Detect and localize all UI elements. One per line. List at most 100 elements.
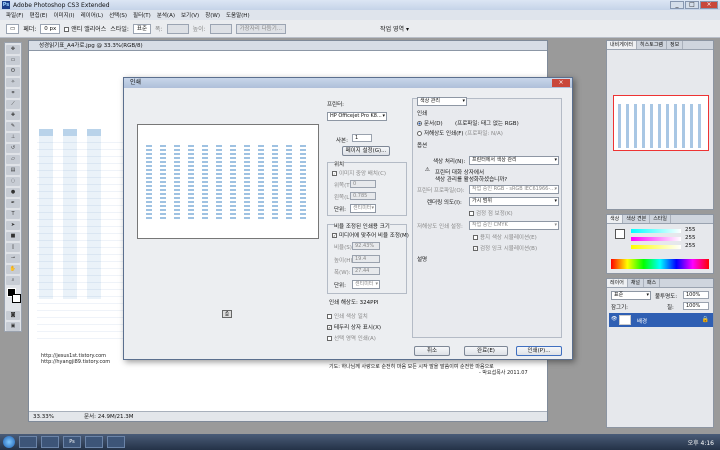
- screen-mode-icon[interactable]: ▣: [6, 322, 20, 331]
- tab-histogram[interactable]: 히스토그램: [637, 41, 668, 49]
- tab-navigator[interactable]: 내비게이터: [607, 41, 638, 49]
- left-input[interactable]: 0.785: [350, 192, 376, 200]
- done-button[interactable]: 완료(E): [464, 346, 508, 356]
- antialias-checkbox[interactable]: 앤티 앨리어스: [64, 24, 106, 33]
- opacity-input[interactable]: 100%: [683, 291, 709, 299]
- gradient-tool-icon[interactable]: ▤: [6, 166, 20, 175]
- blue-slider[interactable]: [631, 245, 681, 249]
- style-select[interactable]: 표준: [132, 23, 152, 34]
- marquee-tool-preset-icon[interactable]: ▭: [6, 23, 20, 34]
- brush-tool-icon[interactable]: ✎: [6, 122, 20, 131]
- magic-wand-tool-icon[interactable]: ✧: [6, 78, 20, 87]
- eraser-tool-icon[interactable]: ▱: [6, 155, 20, 164]
- taskbar-explorer-icon[interactable]: [19, 436, 37, 448]
- menu-view[interactable]: 보기(V): [181, 11, 199, 19]
- tab-info[interactable]: 정보: [667, 41, 684, 49]
- tab-styles[interactable]: 스타일: [650, 215, 672, 223]
- document-tab[interactable]: 성경읽기표_A4가로.jpg @ 33.3%(RGB/8): [29, 41, 547, 51]
- zoom-tool-icon[interactable]: ⌕: [6, 276, 20, 285]
- system-clock[interactable]: 오후 4:16: [688, 438, 714, 447]
- tab-swatches[interactable]: 색상 견본: [623, 215, 651, 223]
- unit2-select[interactable]: 센티미터: [352, 280, 380, 289]
- menu-layer[interactable]: 레이어(L): [81, 11, 104, 19]
- move-tool-icon[interactable]: ✥: [6, 45, 20, 54]
- pen-tool-icon[interactable]: ✒: [6, 199, 20, 208]
- tab-layers[interactable]: 레이어: [607, 279, 628, 287]
- copies-input[interactable]: 1: [352, 134, 372, 142]
- red-slider[interactable]: [631, 229, 681, 233]
- close-button[interactable]: ×: [700, 1, 718, 9]
- page-setup-button[interactable]: 페이지 설정(G)...: [342, 146, 390, 156]
- lasso-tool-icon[interactable]: ʘ: [6, 67, 20, 76]
- refine-edge-button[interactable]: 가장자리 다듬기...: [235, 23, 287, 34]
- scale-to-media-checkbox[interactable]: ✓ 미디어에 맞추어 비율 조정(M): [332, 231, 409, 239]
- simulate-black-checkbox[interactable]: ✓ 검정 잉크 시뮬레이션(B): [473, 244, 537, 252]
- layer-row-background[interactable]: 👁 배경 🔒: [609, 313, 713, 327]
- printer-profile-select[interactable]: 작업 중인 RGB - sRGB IEC61966-...: [469, 185, 559, 194]
- taskbar-browser-icon[interactable]: [41, 436, 59, 448]
- taskbar-app-icon[interactable]: [85, 436, 103, 448]
- print-selection-checkbox[interactable]: 선택 영역 인쇄(A): [327, 334, 376, 342]
- scale-input[interactable]: 92.43%: [352, 242, 380, 250]
- proof-setup-select[interactable]: 작업 중인 CMYK: [469, 221, 559, 230]
- unit-select[interactable]: 센티미터: [350, 204, 376, 213]
- bounding-box-checkbox[interactable]: ✓ 테두리 상자 표시(X): [327, 323, 381, 331]
- rendering-intent-select[interactable]: 가시 범위: [469, 197, 559, 206]
- taskbar-app-icon[interactable]: [107, 436, 125, 448]
- zoom-level[interactable]: 33.33%: [33, 412, 54, 421]
- dodge-tool-icon[interactable]: ●: [6, 188, 20, 197]
- slice-tool-icon[interactable]: ⟋: [6, 100, 20, 109]
- simulate-paper-checkbox[interactable]: 용지 색상 시뮬레이션(E): [473, 233, 537, 241]
- print-button[interactable]: 인쇄(P)...: [516, 346, 562, 356]
- taskbar-photoshop-icon[interactable]: Ps: [63, 436, 81, 448]
- top-input[interactable]: 0: [350, 180, 376, 188]
- workspace-menu[interactable]: 작업 영역 ▾: [380, 24, 409, 33]
- clone-stamp-tool-icon[interactable]: ⊥: [6, 133, 20, 142]
- shape-tool-icon[interactable]: ■: [6, 232, 20, 241]
- height-input[interactable]: [209, 23, 232, 34]
- color-mgmt-select[interactable]: 색상 관리: [417, 97, 467, 106]
- marquee-tool-icon[interactable]: ▭: [6, 56, 20, 65]
- center-image-checkbox[interactable]: ✓ 이미지 중앙 배치(C): [332, 169, 386, 177]
- printer-select[interactable]: HP Officejet Pro K8...: [327, 112, 387, 121]
- color-spectrum-bar[interactable]: [611, 259, 709, 269]
- print-color-checkbox[interactable]: 인쇄 색상 일치: [327, 312, 368, 320]
- fill-input[interactable]: 100%: [683, 302, 709, 310]
- black-point-checkbox[interactable]: 검정 점 보정(K): [469, 209, 513, 217]
- menu-analysis[interactable]: 분석(A): [157, 11, 175, 19]
- path-selection-tool-icon[interactable]: ➤: [6, 221, 20, 230]
- dialog-close-button[interactable]: ×: [552, 79, 570, 87]
- color-swatches[interactable]: [7, 288, 21, 308]
- type-tool-icon[interactable]: T: [6, 210, 20, 219]
- green-slider[interactable]: [631, 237, 681, 241]
- menu-window[interactable]: 창(W): [205, 11, 220, 19]
- minimize-button[interactable]: _: [670, 1, 684, 9]
- tab-paths[interactable]: 패스: [644, 279, 661, 287]
- healing-brush-tool-icon[interactable]: ✚: [6, 111, 20, 120]
- history-brush-tool-icon[interactable]: ↺: [6, 144, 20, 153]
- menu-edit[interactable]: 편집(E): [30, 11, 48, 19]
- tab-channels[interactable]: 채널: [628, 279, 645, 287]
- tab-color[interactable]: 색상: [607, 215, 624, 223]
- start-button-icon[interactable]: [3, 436, 15, 448]
- menu-filter[interactable]: 필터(T): [133, 11, 151, 19]
- blur-tool-icon[interactable]: ◌: [6, 177, 20, 186]
- crop-tool-icon[interactable]: ⌗: [6, 89, 20, 98]
- width-input[interactable]: [166, 23, 189, 34]
- maximize-button[interactable]: □: [685, 1, 699, 9]
- background-color-swatch[interactable]: [12, 294, 21, 303]
- color-swatch-preview[interactable]: [615, 229, 625, 239]
- feather-input[interactable]: 0 px: [40, 23, 61, 34]
- menu-help[interactable]: 도움말(H): [226, 11, 250, 19]
- eyedropper-tool-icon[interactable]: ⊸: [6, 254, 20, 263]
- doc-radio[interactable]: 문서(D): [417, 119, 443, 127]
- notes-tool-icon[interactable]: ▯: [6, 243, 20, 252]
- proof-radio[interactable]: 저해상도 인쇄(F): [417, 129, 464, 137]
- menu-select[interactable]: 선택(S): [109, 11, 127, 19]
- visibility-eye-icon[interactable]: 👁: [611, 316, 617, 322]
- navigator-thumbnail[interactable]: [613, 95, 709, 151]
- quick-mask-icon[interactable]: ◙: [6, 311, 20, 320]
- hand-tool-icon[interactable]: ✋: [6, 265, 20, 274]
- printer-orientation-icon[interactable]: ⎙: [222, 310, 232, 318]
- blue-value[interactable]: 255: [685, 243, 696, 249]
